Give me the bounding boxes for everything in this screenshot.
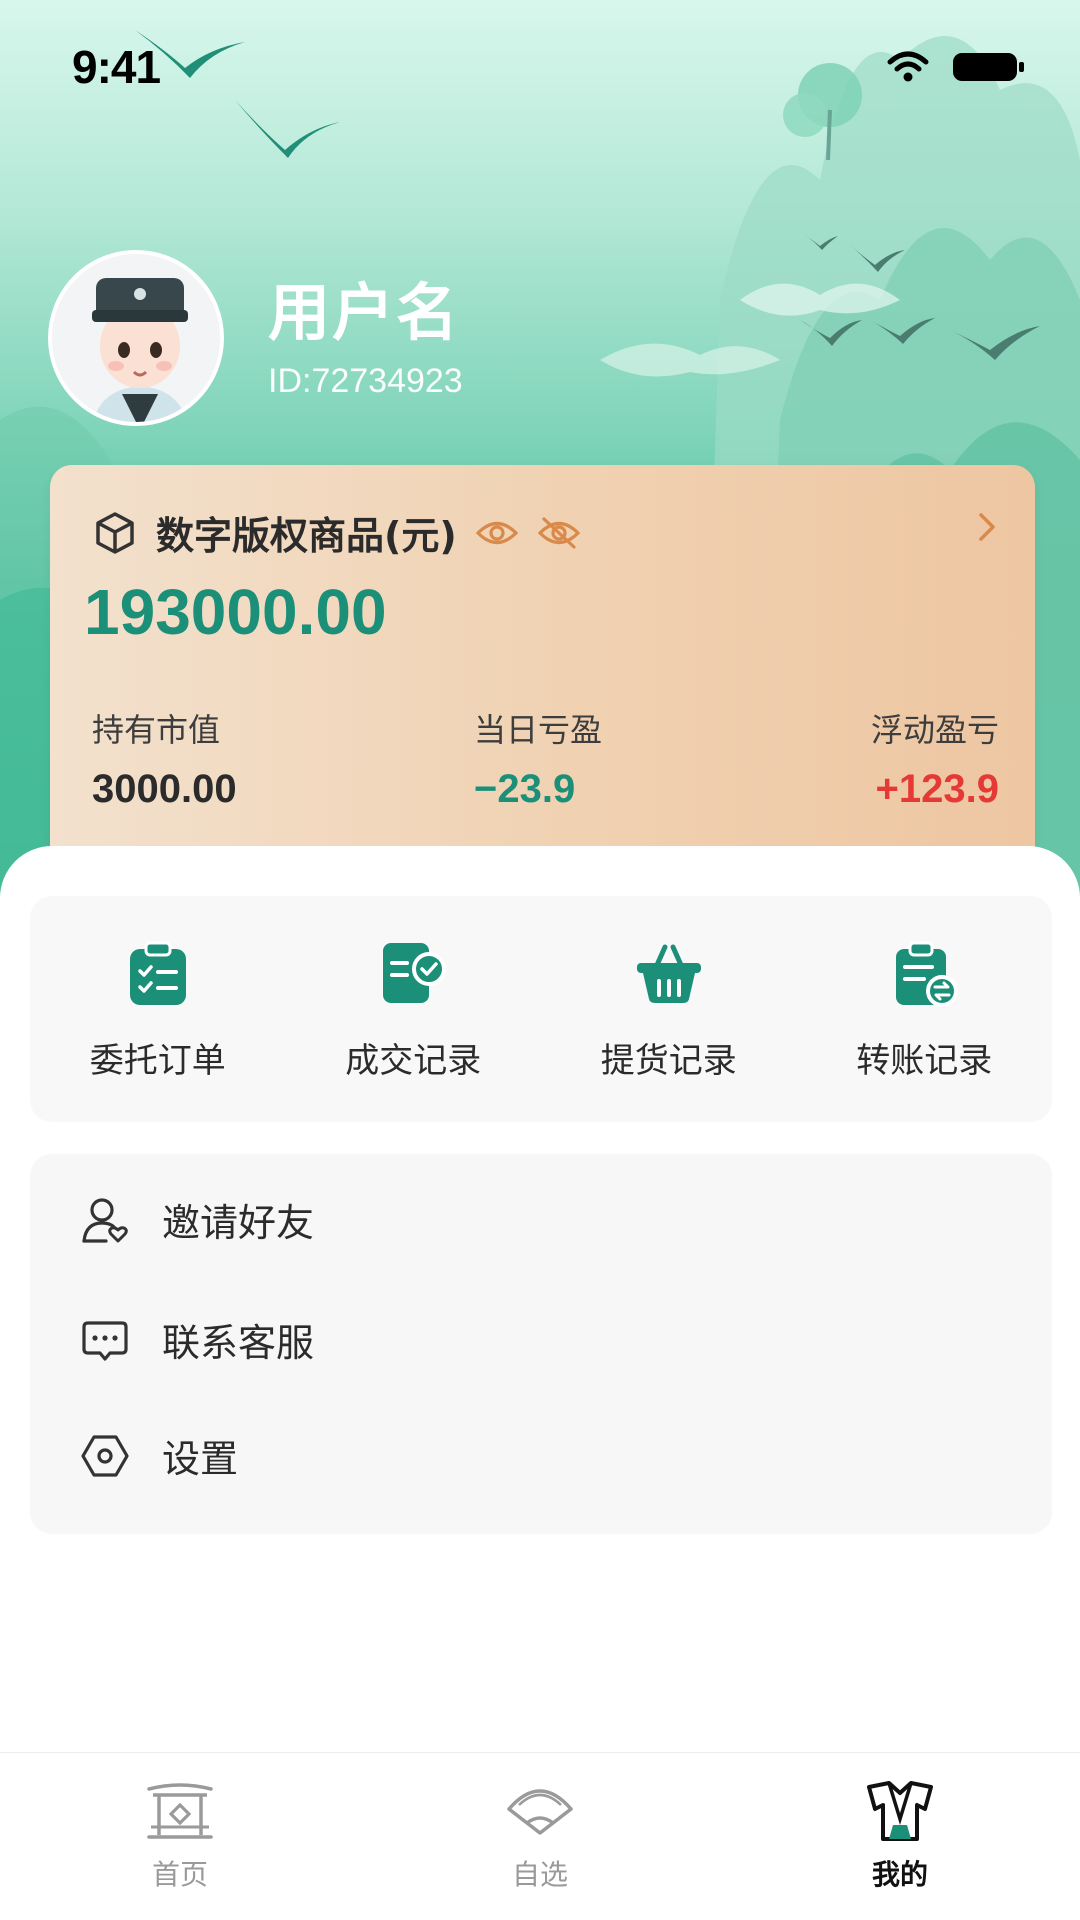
scholar-avatar-icon bbox=[52, 254, 220, 422]
asset-total-value: 193000.00 bbox=[84, 576, 387, 648]
stat-label: 当日亏盈 bbox=[474, 711, 603, 749]
hide-balance-button[interactable] bbox=[537, 511, 581, 555]
quick-action-pickup[interactable]: 提货记录 bbox=[569, 937, 769, 1082]
quick-action-label: 成交记录 bbox=[345, 1040, 482, 1081]
tab-label: 自选 bbox=[511, 1858, 568, 1891]
tab-label: 我的 bbox=[871, 1858, 928, 1891]
menu-item-label: 设置 bbox=[162, 1437, 239, 1481]
asset-card-header: 数字版权商品(元) bbox=[92, 505, 581, 560]
tab-mine[interactable]: 我的 bbox=[800, 1753, 1000, 1893]
eye-icon bbox=[475, 521, 518, 544]
document-check-icon bbox=[383, 942, 447, 1003]
chevron-right-icon[interactable] bbox=[969, 509, 1005, 545]
stat-label: 持有市值 bbox=[92, 711, 221, 749]
avatar[interactable] bbox=[48, 250, 224, 426]
tab-watchlist[interactable]: 自选 bbox=[440, 1753, 640, 1893]
quick-action-label: 提货记录 bbox=[600, 1040, 737, 1081]
asset-card-title: 数字版权商品(元) bbox=[156, 514, 457, 558]
menu-panel: 邀请好友 联系客服 设置 bbox=[30, 1154, 1052, 1534]
asset-card[interactable]: 数字版权商品(元) 193000.00 持有市值 3000.00 当日亏盈 −2… bbox=[50, 465, 1035, 885]
wifi-icon bbox=[887, 51, 929, 82]
username: 用户名 bbox=[268, 276, 461, 349]
menu-item-settings[interactable]: 设置 bbox=[80, 1428, 238, 1483]
stat-label: 浮动盈亏 bbox=[870, 711, 999, 749]
bottom-tab-bar: 首页 自选 我的 bbox=[0, 1752, 1080, 1920]
menu-item-invite-friends[interactable]: 邀请好友 bbox=[80, 1192, 314, 1247]
clipboard-transfer-icon bbox=[896, 941, 959, 1007]
stat-value: +123.9 bbox=[875, 767, 999, 811]
hexagon-settings-icon bbox=[81, 1434, 129, 1477]
stat-value: −23.9 bbox=[474, 767, 576, 811]
quick-action-label: 转账记录 bbox=[856, 1040, 993, 1081]
show-balance-button[interactable] bbox=[475, 511, 519, 555]
cube-icon bbox=[96, 511, 134, 554]
stat-daily-pnl: 当日亏盈 −23.9 bbox=[474, 705, 602, 812]
pavilion-icon bbox=[147, 1783, 213, 1839]
menu-item-label: 邀请好友 bbox=[162, 1201, 315, 1245]
quick-action-orders[interactable]: 委托订单 bbox=[58, 937, 258, 1082]
stat-floating-pnl: 浮动盈亏 +123.9 bbox=[871, 705, 999, 812]
status-time: 9:41 bbox=[72, 41, 161, 93]
chat-bubble-icon bbox=[82, 1320, 128, 1361]
robe-icon bbox=[867, 1781, 933, 1841]
quick-action-trades[interactable]: 成交记录 bbox=[313, 937, 513, 1082]
battery-icon bbox=[953, 53, 1024, 81]
user-id: ID:72734923 bbox=[268, 362, 463, 400]
quick-action-transfers[interactable]: 转账记录 bbox=[824, 937, 1024, 1082]
stat-market-value: 持有市值 3000.00 bbox=[92, 705, 237, 812]
stat-value: 3000.00 bbox=[92, 767, 237, 811]
quick-actions-panel: 委托订单 成交记录 提货记录 转账记录 bbox=[30, 896, 1052, 1122]
tab-label: 首页 bbox=[151, 1858, 208, 1891]
fan-icon bbox=[507, 1789, 573, 1835]
eye-off-icon bbox=[537, 516, 580, 549]
clipboard-check-icon bbox=[129, 941, 186, 1005]
tab-home[interactable]: 首页 bbox=[80, 1753, 280, 1893]
status-icons bbox=[886, 50, 1026, 84]
menu-item-label: 联系客服 bbox=[162, 1321, 315, 1365]
quick-action-label: 委托订单 bbox=[89, 1040, 226, 1081]
user-heart-icon bbox=[82, 1197, 128, 1243]
basket-icon bbox=[636, 944, 701, 1003]
menu-item-customer-service[interactable]: 联系客服 bbox=[80, 1312, 314, 1367]
